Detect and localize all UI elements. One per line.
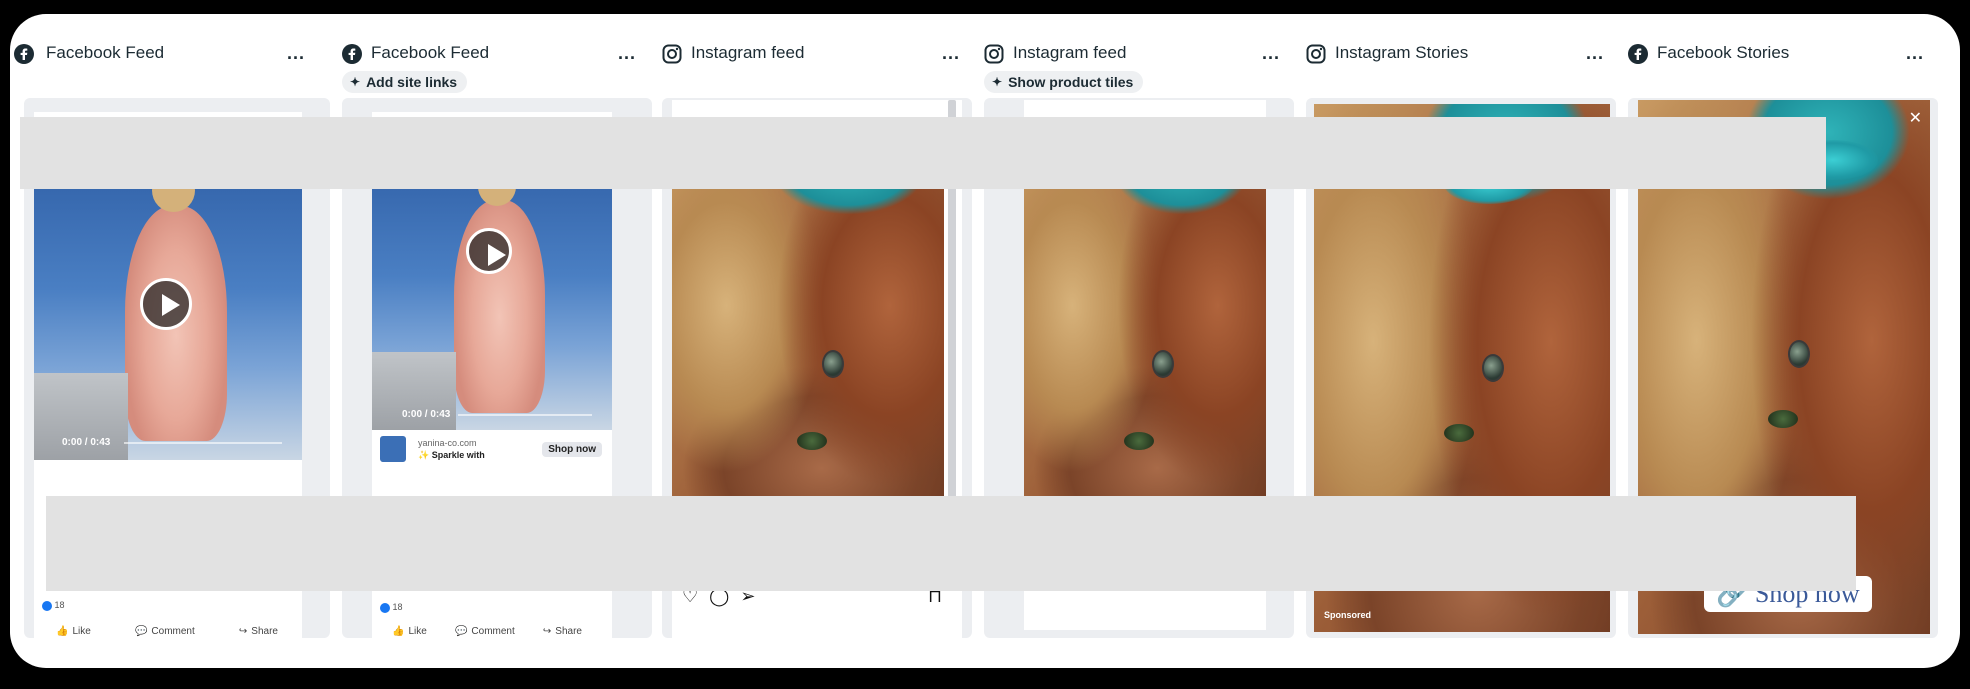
shop-now-button[interactable]: Shop now <box>542 442 602 457</box>
thumbs-up-icon: 👍 <box>392 626 405 637</box>
placement-header: Facebook Stories ... <box>1628 26 1950 86</box>
instagram-icon <box>1306 44 1326 64</box>
chip-label: Add site links <box>366 74 458 90</box>
reaction-summary: 18 <box>380 602 612 613</box>
more-options-button[interactable]: ... <box>287 44 305 62</box>
placement-title: Facebook Stories <box>1657 43 1790 62</box>
like-button[interactable]: 👍 Like <box>392 626 427 637</box>
more-options-button[interactable]: ... <box>942 44 960 62</box>
comment-label: Comment <box>471 626 515 637</box>
play-icon[interactable] <box>140 278 192 330</box>
placement-header: Instagram Stories ... <box>1306 26 1628 86</box>
like-button[interactable]: 👍 Like <box>56 626 91 637</box>
like-reaction-icon <box>380 602 390 613</box>
chip-label: Show product tiles <box>1008 74 1134 90</box>
placement-header: Facebook Feed ... <box>10 26 330 86</box>
share-icon: ↪ <box>238 626 248 637</box>
earring-shape <box>1152 350 1174 378</box>
placement-header: Facebook Feed ... ✦ Add site links <box>342 26 664 93</box>
ad-video[interactable]: 0:00 / 0:43 <box>34 150 302 460</box>
placement-title: Instagram feed <box>1013 43 1127 62</box>
comment-button[interactable]: 💬 Comment <box>455 626 515 637</box>
placement-header: Instagram feed ... ✦ Show product tiles <box>984 26 1306 93</box>
sparkle-icon: ✦ <box>992 75 1003 89</box>
instagram-icon <box>662 44 682 64</box>
share-icon: ↪ <box>542 626 552 637</box>
placement-header: Instagram feed ... <box>662 26 984 86</box>
comment-label: Comment <box>151 626 195 637</box>
facebook-icon <box>14 44 34 64</box>
more-options-button[interactable]: ... <box>1586 44 1604 62</box>
facebook-icon <box>342 44 362 64</box>
comment-icon: 💬 <box>454 626 468 637</box>
more-options-button[interactable]: ... <box>618 44 636 62</box>
comment-icon: 💬 <box>134 626 148 637</box>
ring-shape <box>1444 424 1474 442</box>
post-actions: 👍 Like 💬 Comment ↪ Share <box>392 626 582 637</box>
share-label: Share <box>251 626 278 637</box>
like-label: Like <box>408 626 427 637</box>
like-reaction-icon <box>42 600 52 611</box>
ad-video[interactable]: 0:00 / 0:43 <box>372 150 612 430</box>
redaction-band-top <box>20 117 1826 189</box>
video-progress-bar[interactable] <box>124 442 282 444</box>
reaction-summary: 18 <box>42 600 302 611</box>
sponsored-label: Sponsored <box>1324 610 1372 620</box>
redaction-band-bottom <box>46 496 1856 591</box>
reaction-count: 18 <box>54 600 65 610</box>
placement-title: Facebook Feed <box>371 43 490 62</box>
ring-shape <box>797 432 827 450</box>
earring-shape <box>822 350 844 378</box>
earring-shape <box>1788 340 1810 368</box>
facebook-icon <box>1628 44 1648 64</box>
placement-title: Instagram feed <box>691 43 805 62</box>
share-label: Share <box>555 626 582 637</box>
ad-image[interactable] <box>1024 150 1266 496</box>
link-headline: ✨ Sparkle with <box>418 450 485 460</box>
video-time: 0:00 / 0:43 <box>402 409 451 420</box>
advertiser-avatar <box>380 436 406 462</box>
show-product-tiles-chip[interactable]: ✦ Show product tiles <box>984 71 1144 93</box>
comment-button[interactable]: 💬 Comment <box>135 626 195 637</box>
link-domain: yanina-co.com <box>418 438 477 448</box>
thumbs-up-icon: 👍 <box>56 626 69 637</box>
earring-shape <box>1482 354 1504 382</box>
add-site-links-chip[interactable]: ✦ Add site links <box>342 71 468 93</box>
more-options-button[interactable]: ... <box>1262 44 1280 62</box>
video-progress-bar[interactable] <box>458 414 592 416</box>
sparkle-icon: ✦ <box>350 75 361 89</box>
ring-shape <box>1124 432 1154 450</box>
play-icon[interactable] <box>466 228 512 274</box>
instagram-icon <box>984 44 1004 64</box>
share-button[interactable]: ↪ Share <box>543 626 582 637</box>
ad-preview-frame: Facebook Feed ... 0:00 / 0:43 18 👍 Like … <box>10 14 1960 668</box>
video-time: 0:00 / 0:43 <box>62 437 111 448</box>
like-label: Like <box>72 626 91 637</box>
more-options-button[interactable]: ... <box>1906 44 1924 62</box>
post-actions: 👍 Like 💬 Comment ↪ Share <box>56 626 278 637</box>
placement-title: Instagram Stories <box>1335 43 1469 62</box>
close-icon[interactable]: ✕ <box>1909 108 1922 128</box>
share-button[interactable]: ↪ Share <box>239 626 278 637</box>
reaction-count: 18 <box>392 602 403 612</box>
ad-image[interactable] <box>672 150 944 496</box>
ring-shape <box>1768 410 1798 428</box>
placement-title: Facebook Feed <box>46 43 165 62</box>
link-card[interactable]: yanina-co.com ✨ Sparkle with Shop now <box>372 430 612 472</box>
